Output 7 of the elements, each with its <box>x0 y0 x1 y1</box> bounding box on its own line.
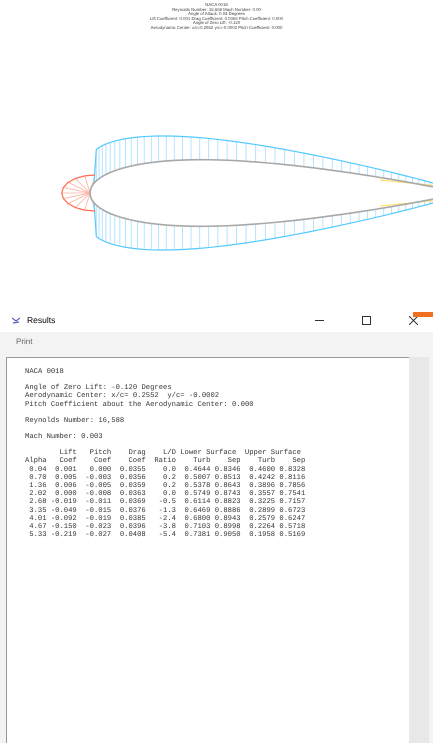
tab-marker <box>413 312 433 317</box>
window-title: Results <box>27 315 56 325</box>
close-icon[interactable] <box>408 316 418 324</box>
app-icon <box>12 316 20 324</box>
menu-item[interactable]: Print <box>14 336 34 346</box>
scrollbar[interactable] <box>409 357 429 743</box>
maximize-icon[interactable] <box>362 316 370 324</box>
